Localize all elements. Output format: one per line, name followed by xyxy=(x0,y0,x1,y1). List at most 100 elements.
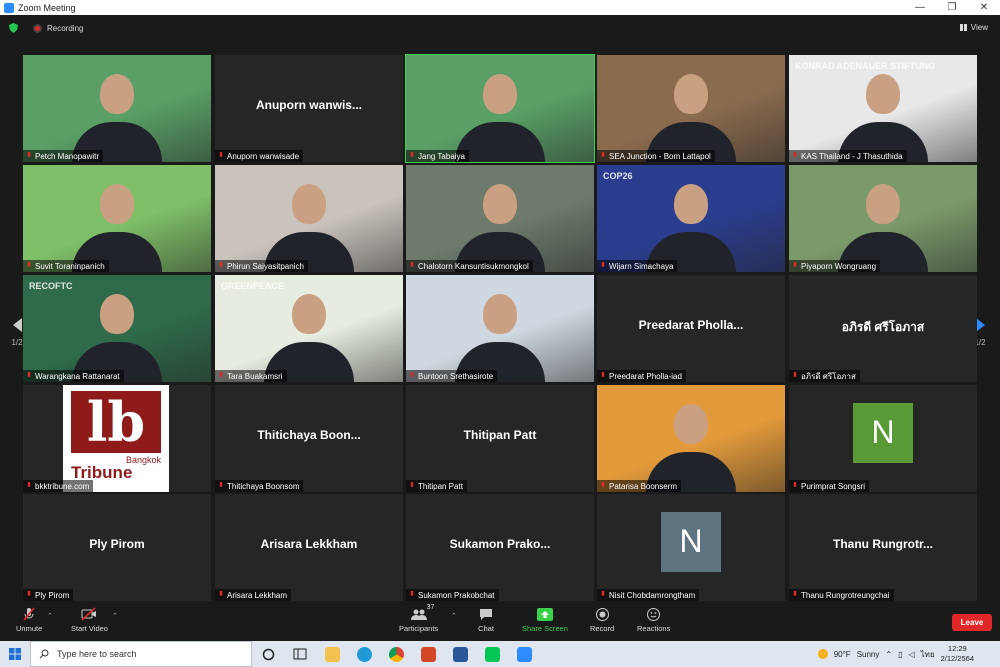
chrome-icon[interactable] xyxy=(380,641,412,667)
share-screen-button[interactable]: Share Screen xyxy=(522,607,568,633)
participant-tile[interactable]: RECOFTC Warangkana Rattanarat xyxy=(23,275,211,382)
audio-options-caret-icon[interactable]: ⌃ xyxy=(47,612,53,620)
edge-icon[interactable] xyxy=(348,641,380,667)
taskbar-search[interactable]: Type here to search xyxy=(30,641,252,667)
participant-tile[interactable]: Petch Manopawitr xyxy=(23,55,211,162)
participant-tile[interactable]: Preedarat Pholla... Preedarat Pholla-iad xyxy=(597,275,785,382)
recording-label: Recording xyxy=(47,23,84,33)
powerpoint-icon[interactable] xyxy=(412,641,444,667)
participant-tile[interactable]: Chalotorn Kansuntisukmongkol xyxy=(406,165,594,272)
avatar: N xyxy=(661,511,721,572)
participant-tile[interactable]: KONRAD ADENAUER STIFTUNG KAS Thailand - J… xyxy=(789,55,977,162)
prev-page-button[interactable]: 1/2 xyxy=(11,318,23,347)
mic-muted-icon xyxy=(793,262,797,267)
participant-tile[interactable]: Arisara Lekkham Arisara Lekkham xyxy=(215,494,403,601)
participant-tile[interactable]: Jang Tabaiya xyxy=(405,54,595,163)
taskbar-clock[interactable]: 12:29 2/12/2564 xyxy=(941,644,974,664)
participant-tile[interactable]: SEA Junction - Bom Lattapol xyxy=(597,55,785,162)
participant-tile[interactable]: lb Bangkok Tribune bkktribune.com xyxy=(23,385,211,492)
participant-tile[interactable]: Piyaporn Wongruang xyxy=(789,165,977,272)
meeting-topbar: Recording View xyxy=(0,15,1000,41)
task-switch-icon[interactable] xyxy=(284,641,316,667)
participant-tile[interactable]: Thitipan Patt Thitipan Patt xyxy=(406,385,594,492)
tray-chevron-icon[interactable]: ⌃ xyxy=(885,650,892,659)
security-shield-icon[interactable] xyxy=(9,23,18,33)
weather-desc[interactable]: Sunny xyxy=(857,650,880,659)
participant-tile[interactable]: Phirun Saiyasitpanich xyxy=(215,165,403,272)
participant-tile[interactable]: Suvit Toraninpanich xyxy=(23,165,211,272)
participant-tile[interactable]: Thanu Rungrotr... Thanu Rungrotreungchai xyxy=(789,494,977,601)
record-icon xyxy=(594,607,610,621)
participant-name: Suvit Toraninpanich xyxy=(35,261,105,271)
maximize-button[interactable]: ❐ xyxy=(936,0,968,15)
clock-date: 2/12/2564 xyxy=(940,654,974,663)
minimize-button[interactable]: — xyxy=(904,0,936,15)
participant-tile[interactable]: COP26 Wijarn Simachaya xyxy=(597,165,785,272)
line-icon[interactable] xyxy=(476,641,508,667)
network-icon[interactable]: ▯ xyxy=(898,650,902,659)
participant-name: bkktribune.com xyxy=(35,481,90,491)
record-label: Record xyxy=(590,624,615,633)
mic-muted-icon xyxy=(219,372,223,377)
mic-muted-icon xyxy=(27,482,31,487)
person-silhouette xyxy=(100,184,134,225)
participant-tile[interactable]: Sukamon Prako... Sukamon Prakobchat xyxy=(406,494,594,601)
windows-taskbar: Type here to search 90°F Sunny ⌃ ▯ ◁ ไทย… xyxy=(0,641,1000,667)
participant-name: อภิรดี ศรีโอภาส xyxy=(801,371,856,381)
participant-name: KAS Thailand - J Thasuthida xyxy=(801,151,903,161)
weather-temp[interactable]: 90°F xyxy=(834,650,851,659)
zoom-taskbar-icon[interactable] xyxy=(508,641,540,667)
participants-button[interactable]: 37 Participants xyxy=(399,604,439,633)
participant-name: Tara Buakamsri xyxy=(227,371,283,381)
participant-name: Wijarn Simachaya xyxy=(609,261,674,271)
participant-video xyxy=(23,165,211,272)
participant-name-tag: Phirun Saiyasitpanich xyxy=(215,260,308,272)
participant-name: Patarisa Boonserm xyxy=(609,481,678,491)
reactions-button[interactable]: Reactions xyxy=(637,607,670,633)
participant-video xyxy=(789,165,977,272)
close-button[interactable]: ✕ xyxy=(968,0,1000,15)
participant-name: Anuporn wanwisade xyxy=(227,151,300,161)
start-button[interactable] xyxy=(0,641,30,667)
participant-tile[interactable]: N Nisit Chobdamrongtham xyxy=(597,494,785,601)
participant-tile[interactable]: GREENPEACE Tara Buakamsri xyxy=(215,275,403,382)
participant-name-tag: Sukamon Prakobchat xyxy=(406,589,499,601)
participant-tile[interactable]: Buntoon Srethasirote xyxy=(406,275,594,382)
start-video-button[interactable]: Start Video xyxy=(71,607,108,633)
person-silhouette xyxy=(866,184,900,225)
leave-button[interactable]: Leave xyxy=(952,614,992,631)
participants-icon: 37 xyxy=(410,604,434,621)
participants-label: Participants xyxy=(399,624,439,633)
participant-video: RECOFTC xyxy=(23,275,211,382)
file-explorer-icon[interactable] xyxy=(316,641,348,667)
person-silhouette xyxy=(483,184,517,225)
participant-name-tag: bkktribune.com xyxy=(23,480,94,492)
search-icon xyxy=(39,649,49,659)
participant-tile[interactable]: Thitichaya Boon... Thitichaya Boonsom xyxy=(215,385,403,492)
participant-name: Jang Tabaiya xyxy=(418,151,465,161)
video-options-caret-icon[interactable]: ⌃ xyxy=(112,612,118,620)
participant-video xyxy=(406,165,594,272)
view-button[interactable]: View xyxy=(959,23,988,32)
participant-tile[interactable]: N Purimprat Songsri xyxy=(789,385,977,492)
task-view-icon[interactable] xyxy=(252,641,284,667)
ime-language[interactable]: ไทย xyxy=(921,648,935,661)
volume-icon[interactable]: ◁ xyxy=(908,650,914,659)
participant-tile[interactable]: Patarisa Boonserm xyxy=(597,385,785,492)
participant-video xyxy=(23,55,211,162)
participants-caret-icon[interactable]: ⌃ xyxy=(451,612,457,620)
participant-name-tag: Arisara Lekkham xyxy=(215,589,292,601)
mic-muted-icon xyxy=(410,152,414,157)
mic-muted-icon xyxy=(219,591,223,596)
participant-tile[interactable]: Anuporn wanwis... Anuporn wanwisade xyxy=(215,55,403,162)
chat-button[interactable]: Chat xyxy=(478,607,494,633)
word-icon[interactable] xyxy=(444,641,476,667)
participant-name-tag: Warangkana Rattanarat xyxy=(23,370,124,382)
unmute-button[interactable]: Unmute xyxy=(16,607,42,633)
participant-name: Ply Pirom xyxy=(35,590,70,600)
participant-tile[interactable]: Ply Pirom Ply Pirom xyxy=(23,494,211,601)
person-silhouette xyxy=(292,294,326,335)
participant-tile[interactable]: อภิรดี ศรีโอภาส อภิรดี ศรีโอภาส xyxy=(789,275,977,382)
participant-name-tag: Nisit Chobdamrongtham xyxy=(597,589,700,601)
record-button[interactable]: Record xyxy=(590,607,614,633)
